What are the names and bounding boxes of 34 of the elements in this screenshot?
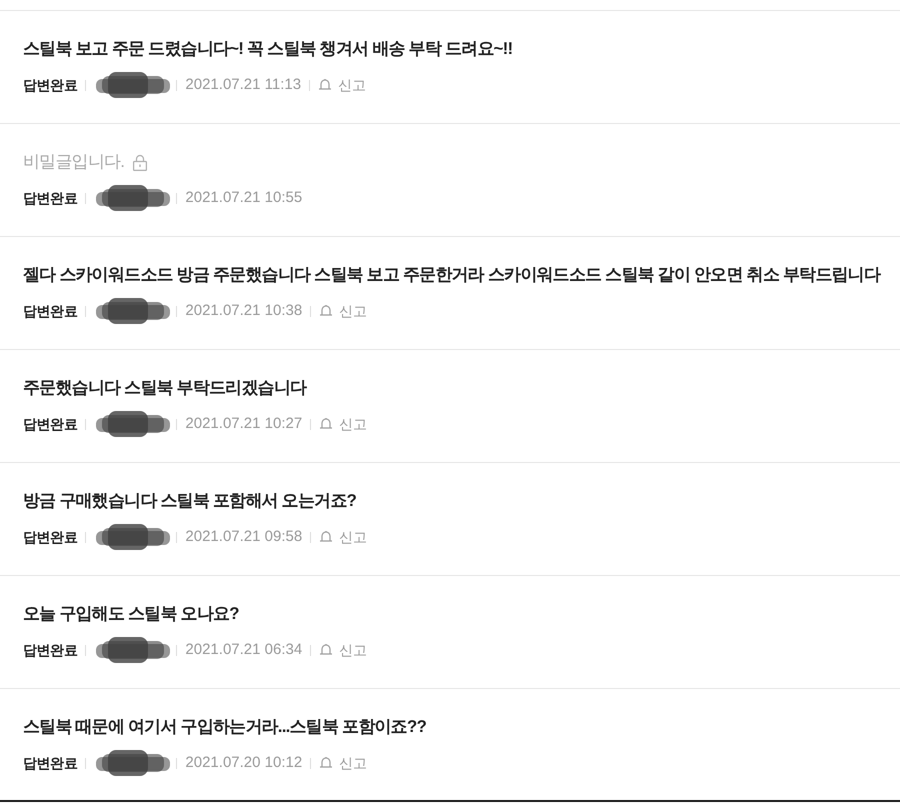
bell-icon: [319, 530, 334, 544]
post-title[interactable]: 방금 구매했습니다 스틸북 포함해서 오는거죠?: [23, 489, 356, 513]
answer-status: 답변완료: [23, 641, 78, 660]
post-date: 2021.07.21 06:34: [185, 640, 302, 660]
bell-icon: [319, 304, 334, 318]
report-button[interactable]: 신고: [319, 301, 368, 321]
post-date: 2021.07.21 10:38: [185, 301, 302, 321]
bell-icon: [319, 417, 334, 431]
post-date: 2021.07.20 10:12: [185, 753, 302, 773]
answer-status: 답변완료: [23, 528, 78, 547]
report-button[interactable]: 신고: [319, 753, 368, 773]
report-button[interactable]: 신고: [319, 640, 368, 660]
answer-status: 답변완료: [23, 76, 78, 95]
report-button[interactable]: 신고: [319, 414, 368, 434]
post-date: 2021.07.21 10:27: [185, 414, 302, 434]
post-date: 2021.07.21 09:58: [185, 527, 302, 547]
answer-status: 답변완료: [23, 189, 78, 208]
post-date: 2021.07.21 11:13: [185, 75, 302, 95]
bell-icon: [319, 756, 334, 770]
post-title[interactable]: 오늘 구입해도 스틸북 오나요?: [23, 602, 239, 626]
post-title[interactable]: 주문했습니다 스틸북 부탁드리겠습니다: [23, 376, 306, 400]
post-title[interactable]: 스틸북 보고 주문 드렸습니다~! 꼭 스틸북 챙겨서 배송 부탁 드려요~!!: [23, 37, 512, 61]
answer-status: 답변완료: [23, 415, 78, 434]
post-title[interactable]: 젤다 스카이워드소드 방금 주문했습니다 스틸북 보고 주문한거라 스카이워드소드 스틸북 같이 안오면 취소 부탁드립니다: [23, 263, 880, 287]
post-title[interactable]: 스틸북 때문에 여기서 구입하는거라...스틸북 포함이죠??: [23, 715, 426, 739]
report-button[interactable]: 신고: [318, 75, 366, 95]
post-title[interactable]: 비밀글입니다.: [23, 150, 124, 174]
lock-icon: [132, 154, 148, 170]
bell-icon: [319, 643, 334, 657]
bell-icon: [318, 78, 332, 92]
report-button[interactable]: 신고: [319, 527, 368, 547]
answer-status: 답변완료: [23, 302, 78, 321]
post-date: 2021.07.21 10:55: [185, 188, 302, 208]
answer-status: 답변완료: [23, 754, 78, 773]
